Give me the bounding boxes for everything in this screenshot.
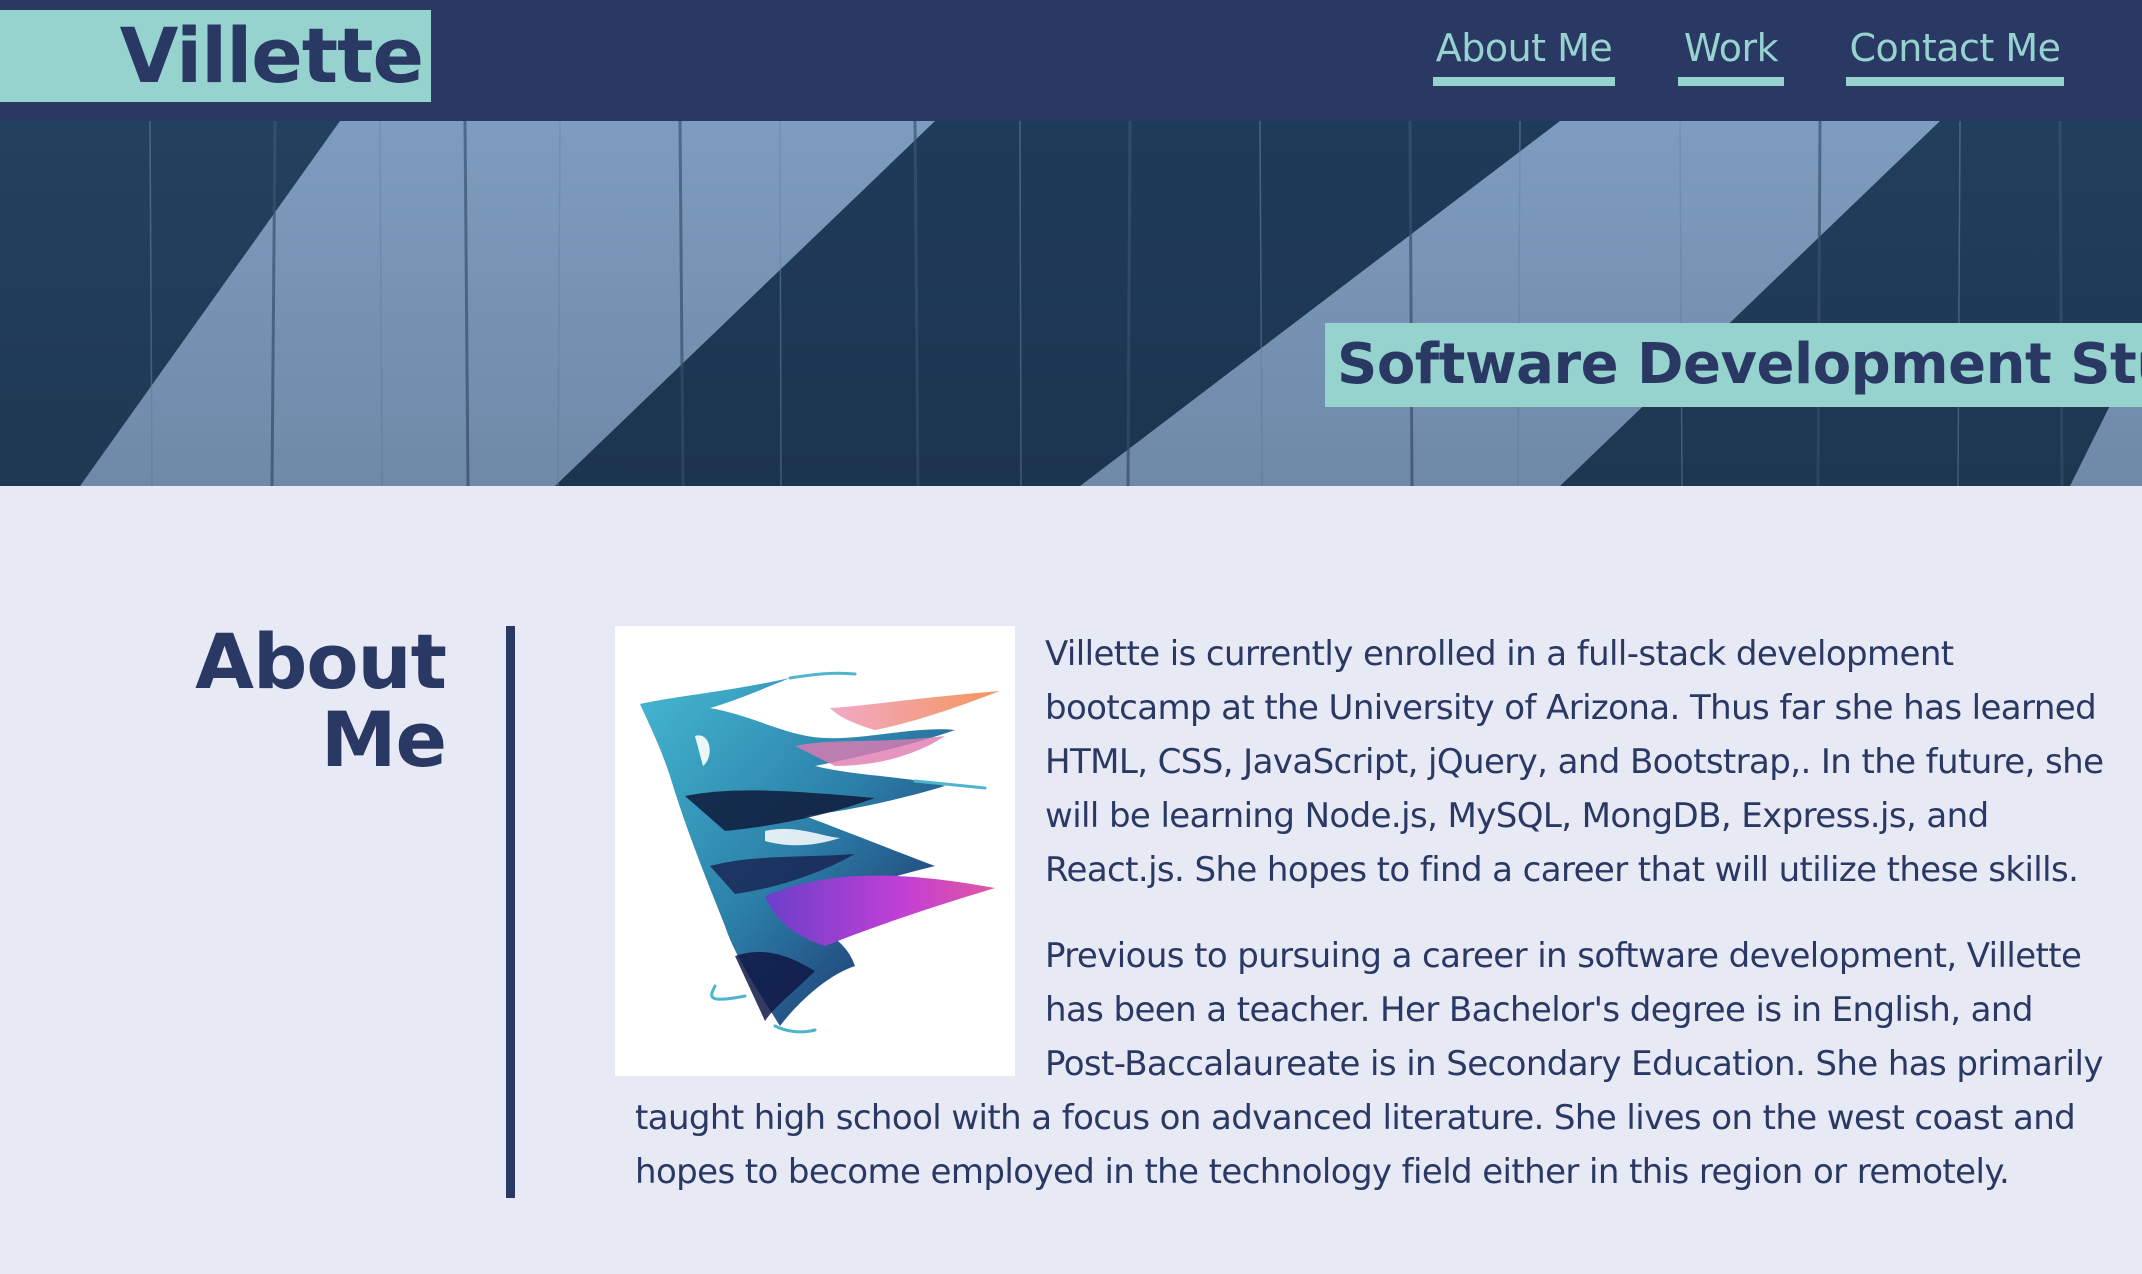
nav-about-link[interactable]: About Me bbox=[1433, 22, 1615, 86]
about-heading-line1: About bbox=[195, 617, 447, 706]
nav-work-link[interactable]: Work bbox=[1678, 22, 1784, 86]
about-heading: About Me bbox=[160, 623, 447, 779]
about-text: Villette is currently enrolled in a full… bbox=[635, 627, 2105, 1231]
nav-contact-link[interactable]: Contact Me bbox=[1846, 22, 2064, 86]
hero-tagline: Software Development Stude bbox=[1325, 323, 2142, 407]
site-brand[interactable]: Villette bbox=[0, 10, 431, 102]
vertical-divider bbox=[506, 626, 515, 1198]
hero-background-image bbox=[0, 121, 2142, 486]
site-header: Villette About Me Work Contact Me bbox=[0, 0, 2142, 121]
hero-banner: Software Development Stude bbox=[0, 121, 2142, 486]
about-heading-line2: Me bbox=[320, 695, 447, 784]
image-float-spacer bbox=[635, 627, 1045, 1087]
